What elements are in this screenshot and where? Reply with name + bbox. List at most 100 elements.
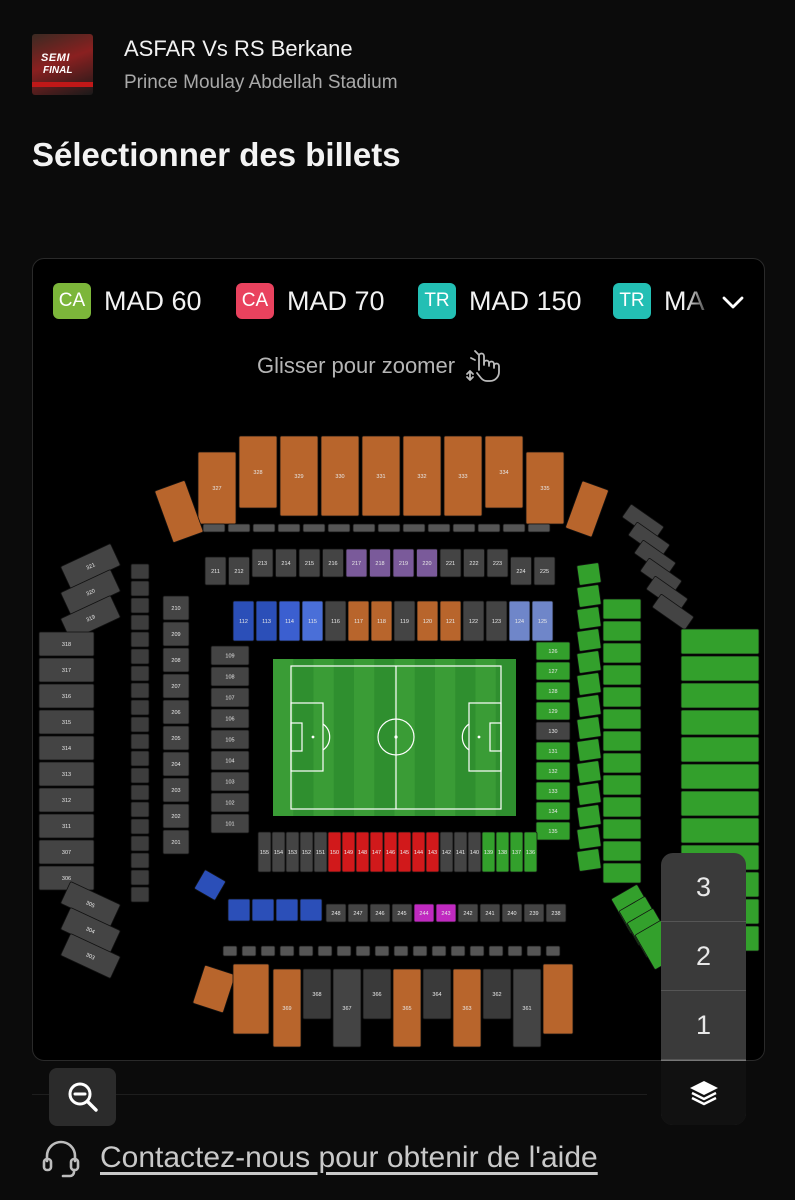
section-shape[interactable] (336, 945, 352, 957)
section-shape[interactable] (130, 869, 150, 886)
stadium-section[interactable]: 224 (510, 556, 532, 586)
stadium-section[interactable]: 313 (38, 761, 95, 787)
stadium-section[interactable]: 245 (391, 903, 413, 923)
stadium-section[interactable]: 221 (439, 548, 462, 578)
stadium-section[interactable]: 333 (443, 435, 483, 517)
section-shape[interactable] (393, 945, 409, 957)
stadium-section[interactable]: 142 (439, 831, 454, 873)
section-shape[interactable] (327, 523, 351, 533)
section-shape[interactable] (452, 523, 476, 533)
stadium-section[interactable] (469, 945, 485, 957)
stadium-section[interactable] (576, 826, 602, 850)
section-shape[interactable] (477, 523, 501, 533)
stadium-section[interactable] (477, 523, 501, 533)
stadium-section[interactable] (393, 945, 409, 957)
stadium-section[interactable]: 364 (422, 968, 452, 1020)
section-shape[interactable] (260, 945, 276, 957)
stadium-section[interactable] (130, 852, 150, 869)
stadium-section[interactable] (542, 963, 574, 1035)
section-shape[interactable] (317, 945, 333, 957)
section-shape[interactable] (130, 716, 150, 733)
legend-item[interactable]: CA MAD 70 (236, 281, 385, 321)
stadium-section[interactable] (576, 760, 602, 784)
stadium-section[interactable]: 137 (509, 831, 524, 873)
stadium-section[interactable]: 214 (275, 548, 297, 578)
stadium-section[interactable]: 115 (301, 600, 324, 642)
stadium-section[interactable] (130, 784, 150, 801)
stadium-section[interactable]: 318 (38, 631, 95, 657)
stadium-section[interactable]: 307 (38, 839, 95, 865)
stadium-section[interactable] (299, 898, 323, 922)
stadium-section[interactable]: 120 (416, 600, 439, 642)
stadium-section[interactable]: 112 (232, 600, 255, 642)
stadium-section[interactable] (222, 945, 238, 957)
stadium-section[interactable] (680, 763, 760, 790)
section-shape[interactable] (602, 818, 642, 840)
stadium-section[interactable] (374, 945, 390, 957)
section-shape[interactable] (602, 664, 642, 686)
section-shape[interactable] (576, 650, 602, 674)
section-shape[interactable] (154, 480, 204, 543)
section-shape[interactable] (502, 523, 526, 533)
stadium-section[interactable] (192, 965, 236, 1013)
stadium-section[interactable]: 209 (162, 621, 190, 647)
section-shape[interactable] (130, 750, 150, 767)
section-shape[interactable] (602, 642, 642, 664)
stadium-section[interactable]: 150 (327, 831, 342, 873)
section-shape[interactable] (576, 782, 602, 806)
stadium-section[interactable]: 103 (210, 771, 250, 792)
stadium-section[interactable]: 204 (162, 751, 190, 777)
section-shape[interactable] (680, 655, 760, 682)
stadium-section[interactable]: 316 (38, 683, 95, 709)
section-shape[interactable] (602, 796, 642, 818)
section-shape[interactable] (576, 716, 602, 740)
stadium-section[interactable] (602, 730, 642, 752)
stadium-section[interactable]: 205 (162, 725, 190, 751)
stadium-section[interactable]: 118 (370, 600, 393, 642)
stadium-section[interactable]: 213 (251, 548, 274, 578)
stadium-section[interactable] (680, 790, 760, 817)
stadium-section[interactable] (680, 628, 760, 655)
stadium-section[interactable]: 241 (479, 903, 501, 923)
stadium-section[interactable]: 223 (486, 548, 509, 578)
section-shape[interactable] (602, 708, 642, 730)
stadium-section[interactable]: 332 (402, 435, 442, 517)
stadium-section[interactable]: 369 (272, 968, 302, 1048)
section-shape[interactable] (602, 774, 642, 796)
stadium-section[interactable] (241, 945, 257, 957)
stadium-section[interactable]: 368 (302, 968, 332, 1020)
stadium-section[interactable]: 146 (383, 831, 398, 873)
stadium-section[interactable]: 363 (452, 968, 482, 1048)
section-shape[interactable] (130, 665, 150, 682)
section-shape[interactable] (576, 694, 602, 718)
section-shape[interactable] (298, 945, 314, 957)
stadium-section[interactable] (680, 709, 760, 736)
stadium-section[interactable]: 106 (210, 708, 250, 729)
stadium-section[interactable] (277, 523, 301, 533)
stadium-section[interactable]: 105 (210, 729, 250, 750)
stadium-section[interactable] (680, 736, 760, 763)
section-shape[interactable] (576, 606, 602, 630)
section-shape[interactable] (355, 945, 371, 957)
level-2-button[interactable]: 2 (661, 922, 746, 991)
section-shape[interactable] (227, 523, 251, 533)
section-shape[interactable] (130, 801, 150, 818)
price-legend[interactable]: CA MAD 60 CA MAD 70 TR MAD 150 TR MA (33, 281, 764, 321)
section-shape[interactable] (194, 869, 226, 901)
stadium-section[interactable]: 141 (453, 831, 468, 873)
stadium-section[interactable]: 210 (162, 595, 190, 621)
section-shape[interactable] (130, 648, 150, 665)
stadium-section[interactable] (130, 886, 150, 903)
stadium-section[interactable]: 154 (271, 831, 286, 873)
help-row[interactable]: Contactez-nous pour obtenir de l'aide (40, 1136, 598, 1180)
stadium-section[interactable]: 126 (535, 641, 571, 661)
stadium-section[interactable]: 311 (38, 813, 95, 839)
stadium-section[interactable]: 220 (416, 548, 438, 578)
section-shape[interactable] (576, 584, 602, 608)
stadium-section[interactable] (202, 523, 226, 533)
stadium-section[interactable]: 312 (38, 787, 95, 813)
stadium-section[interactable] (602, 620, 642, 642)
level-3-button[interactable]: 3 (661, 853, 746, 922)
stadium-section[interactable] (602, 642, 642, 664)
stadium-section[interactable]: 121 (439, 600, 462, 642)
